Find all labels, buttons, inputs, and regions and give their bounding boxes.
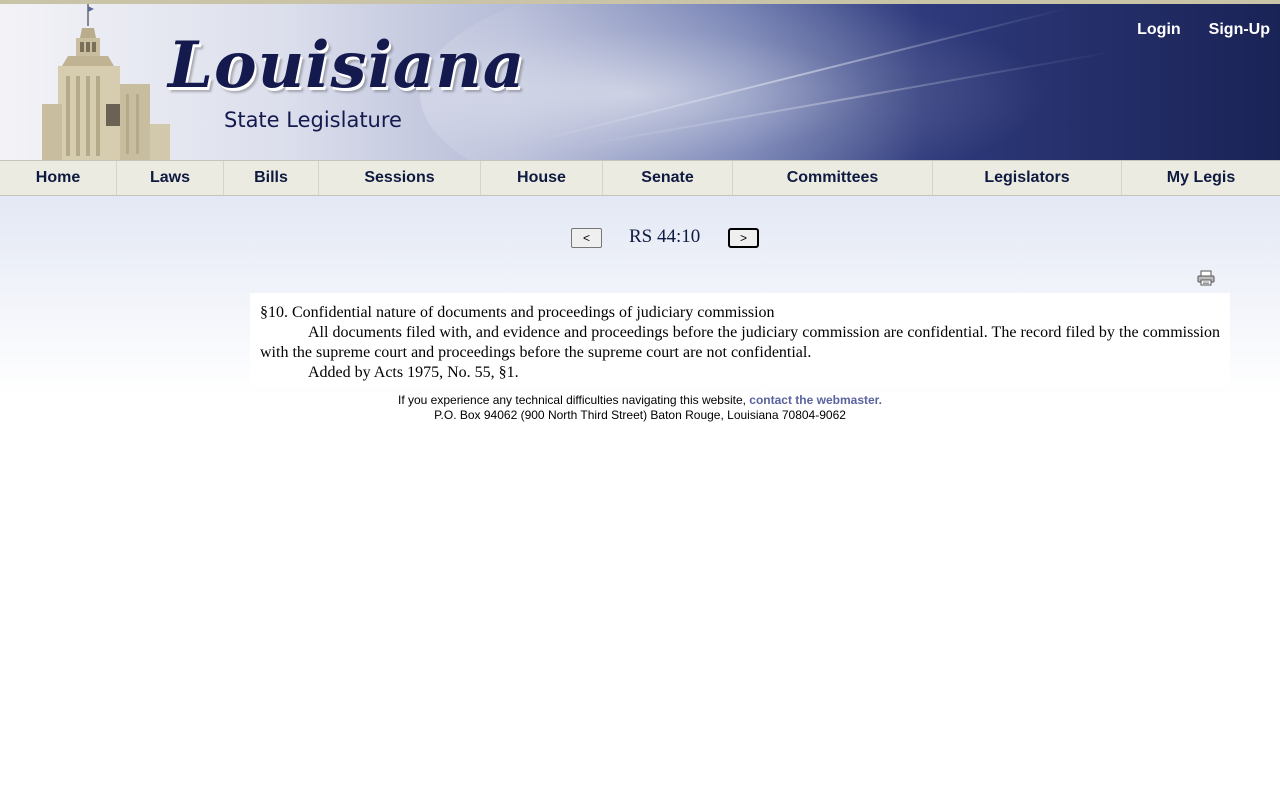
capitol-building-image bbox=[42, 4, 170, 160]
nav-item-home[interactable]: Home bbox=[0, 161, 117, 195]
main-nav: Home Laws Bills Sessions House Senate Co… bbox=[0, 160, 1280, 196]
nav-item-bills[interactable]: Bills bbox=[224, 161, 319, 195]
login-link[interactable]: Login bbox=[1137, 21, 1181, 39]
auth-links: Login Sign-Up bbox=[1137, 21, 1270, 39]
footer-address: P.O. Box 94062 (900 North Third Street) … bbox=[434, 408, 846, 422]
nav-item-laws[interactable]: Laws bbox=[117, 161, 224, 195]
next-law-button[interactable]: > bbox=[728, 228, 759, 248]
law-heading: §10. Confidential nature of documents an… bbox=[260, 304, 775, 321]
nav-item-sessions[interactable]: Sessions bbox=[319, 161, 481, 195]
nav-item-legislators[interactable]: Legislators bbox=[933, 161, 1122, 195]
nav-item-house[interactable]: House bbox=[481, 161, 603, 195]
site-logo-subtitle[interactable]: State Legislature bbox=[224, 108, 402, 132]
law-citation-title: RS 44:10 bbox=[629, 226, 701, 247]
law-document: §10. Confidential nature of documents an… bbox=[250, 293, 1230, 387]
footer-notice-line: If you experience any technical difficul… bbox=[0, 393, 1280, 408]
contact-webmaster-link[interactable]: contact the webmaster. bbox=[749, 393, 882, 407]
nav-item-my-legis[interactable]: My Legis bbox=[1122, 161, 1280, 195]
law-history: Added by Acts 1975, No. 55, §1. bbox=[308, 364, 519, 381]
footer-notice: If you experience any technical difficul… bbox=[397, 393, 750, 407]
signup-link[interactable]: Sign-Up bbox=[1209, 21, 1270, 39]
law-body: All documents filed with, and evidence a… bbox=[260, 324, 1220, 361]
previous-law-button[interactable]: < bbox=[571, 228, 602, 248]
printer-icon[interactable] bbox=[1197, 270, 1215, 286]
site-header: Louisiana State Legislature Login Sign-U… bbox=[0, 0, 1280, 160]
site-logo-title[interactable]: Louisiana bbox=[168, 34, 525, 98]
nav-item-senate[interactable]: Senate bbox=[603, 161, 733, 195]
law-pager: < RS 44:10 > bbox=[0, 226, 1280, 252]
nav-item-committees[interactable]: Committees bbox=[733, 161, 933, 195]
site-footer: If you experience any technical difficul… bbox=[0, 393, 1280, 423]
